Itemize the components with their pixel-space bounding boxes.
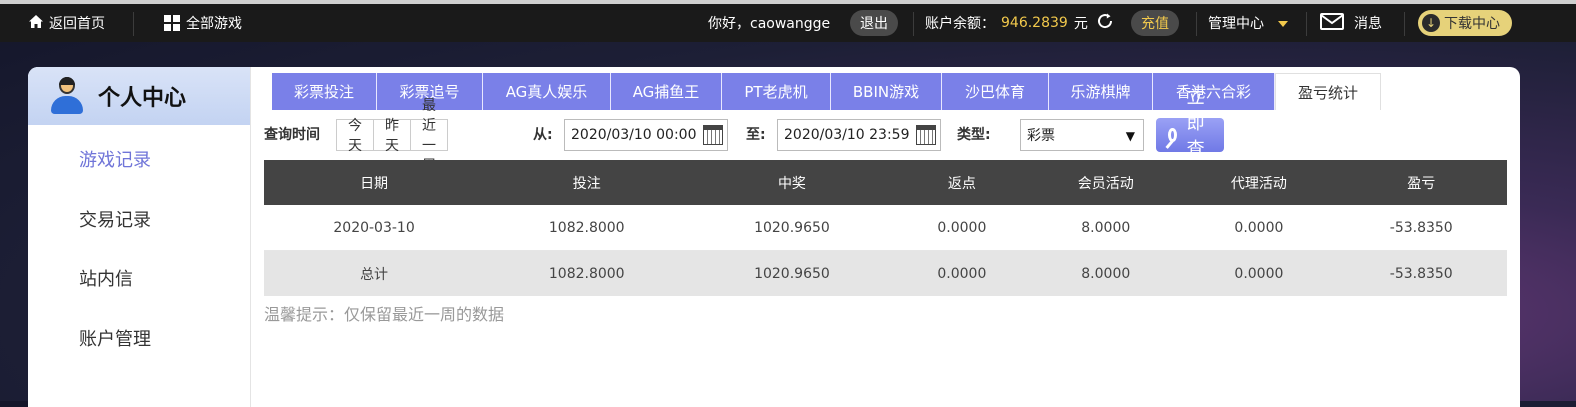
- sidebar-item-game-records[interactable]: 游戏记录: [79, 146, 151, 172]
- table-cell: 2020-03-10: [264, 205, 485, 251]
- download-center-button[interactable]: ↓ 下载中心: [1418, 10, 1512, 36]
- download-icon: ↓: [1422, 14, 1440, 32]
- tab-pt-slots[interactable]: PT老虎机: [722, 73, 831, 110]
- type-select[interactable]: 彩票 ▼: [1020, 119, 1144, 151]
- message-link[interactable]: 消息: [1320, 4, 1382, 42]
- calendar-icon[interactable]: [703, 125, 723, 145]
- column-header: 会员活动: [1029, 160, 1183, 205]
- quick-range-group: 今天 昨天 最近一周: [336, 98, 448, 174]
- type-label: 类型:: [957, 127, 991, 143]
- message-label: 消息: [1354, 16, 1382, 32]
- balance-label: 账户余额：: [925, 16, 995, 32]
- home-link[interactable]: 返回首页: [28, 4, 105, 42]
- divider: [1196, 12, 1197, 36]
- column-header: 代理活动: [1182, 160, 1336, 205]
- home-icon: [28, 14, 44, 33]
- mail-icon: [1320, 12, 1344, 34]
- table-cell: 0.0000: [894, 250, 1030, 296]
- sidebar-item-account[interactable]: 账户管理: [79, 325, 151, 351]
- all-games-link[interactable]: 全部游戏: [164, 4, 242, 42]
- column-header: 中奖: [689, 160, 895, 205]
- tab-ag-live[interactable]: AG真人娱乐: [483, 73, 611, 110]
- to-date-value: 2020/03/10 23:59: [784, 127, 910, 143]
- table-cell: 1082.8000: [484, 250, 690, 296]
- greeting: 你好，caowangge: [708, 16, 831, 32]
- table-cell: 0.0000: [1182, 250, 1336, 296]
- tab-leyou-chess[interactable]: 乐游棋牌: [1049, 73, 1153, 110]
- sidebar: 个人中心 游戏记录 交易记录 站内信 账户管理: [28, 67, 251, 407]
- table-cell: 1082.8000: [484, 205, 690, 251]
- table-cell: 0.0000: [894, 205, 1030, 251]
- logout-button[interactable]: 退出: [850, 10, 898, 36]
- calendar-icon[interactable]: [916, 125, 936, 145]
- divider: [1404, 12, 1405, 36]
- divider: [1306, 12, 1307, 36]
- download-center-label: 下载中心: [1444, 16, 1500, 32]
- table-total-row: 总计 1082.8000 1020.9650 0.0000 8.0000 0.0…: [264, 250, 1507, 296]
- tab-profit-stats[interactable]: 盈亏统计: [1275, 73, 1381, 110]
- query-button[interactable]: 立即查询: [1156, 87, 1224, 186]
- balance-unit: 元: [1073, 16, 1088, 32]
- divider: [133, 12, 134, 36]
- sidebar-title: 个人中心: [98, 86, 187, 111]
- column-header: 投注: [484, 160, 690, 205]
- recharge-button[interactable]: 充值: [1131, 10, 1179, 36]
- main-panel: 个人中心 游戏记录 交易记录 站内信 账户管理 彩票投注 彩票追号 AG真人娱乐…: [28, 67, 1520, 407]
- from-date-field[interactable]: 2020/03/10 00:00: [564, 119, 728, 151]
- column-header: 返点: [894, 160, 1030, 205]
- sidebar-item-transactions[interactable]: 交易记录: [79, 206, 151, 232]
- divider: [913, 12, 914, 36]
- search-icon: [1168, 128, 1177, 142]
- grid-icon: [164, 15, 180, 31]
- profit-table: 日期 投注 中奖 返点 会员活动 代理活动 盈亏 2020-03-10 1082…: [264, 160, 1507, 296]
- table-cell: 1020.9650: [689, 205, 895, 251]
- manage-center-menu[interactable]: 管理中心: [1208, 4, 1288, 42]
- yesterday-button[interactable]: 昨天: [374, 118, 411, 154]
- from-label: 从:: [533, 127, 553, 143]
- all-games-label: 全部游戏: [186, 16, 242, 32]
- balance-value: 946.2839: [1001, 15, 1068, 31]
- column-header: 盈亏: [1335, 160, 1507, 205]
- tab-saba-sports[interactable]: 沙巴体育: [942, 73, 1049, 110]
- table-row: 2020-03-10 1082.8000 1020.9650 0.0000 8.…: [264, 205, 1507, 251]
- table-cell: 总计: [264, 250, 485, 296]
- table-cell: 8.0000: [1029, 205, 1183, 251]
- top-bar: 返回首页 全部游戏 你好，caowangge 退出 账户余额： 946.2839…: [0, 0, 1576, 42]
- table-cell: 8.0000: [1029, 250, 1183, 296]
- tab-bbin[interactable]: BBIN游戏: [831, 73, 942, 110]
- type-select-value: 彩票: [1027, 128, 1055, 144]
- table-cell: -53.8350: [1335, 250, 1507, 296]
- from-date-value: 2020/03/10 00:00: [571, 127, 697, 143]
- to-date-field[interactable]: 2020/03/10 23:59: [777, 119, 941, 151]
- manage-center-label: 管理中心: [1208, 16, 1264, 32]
- today-button[interactable]: 今天: [337, 118, 374, 154]
- last-week-button[interactable]: 最近一周: [411, 98, 447, 174]
- caret-down-icon: [1278, 15, 1288, 31]
- to-label: 至:: [746, 127, 766, 143]
- balance-display: 账户余额： 946.2839 元: [925, 4, 1114, 42]
- sidebar-header: 个人中心: [28, 67, 250, 125]
- query-time-label: 查询时间: [264, 127, 320, 143]
- sidebar-item-messages[interactable]: 站内信: [79, 265, 133, 291]
- table-cell: 1020.9650: [689, 250, 895, 296]
- column-header: 日期: [264, 160, 485, 205]
- hint-text: 温馨提示：仅保留最近一周的数据: [264, 305, 505, 324]
- home-label: 返回首页: [49, 16, 105, 32]
- table-header-row: 日期 投注 中奖 返点 会员活动 代理活动 盈亏: [264, 160, 1507, 205]
- table-cell: 0.0000: [1182, 205, 1336, 251]
- dropdown-arrow-icon: ▼: [1125, 129, 1135, 143]
- tab-lottery-bet[interactable]: 彩票投注: [272, 73, 377, 110]
- table-cell: -53.8350: [1335, 205, 1507, 251]
- game-tabs: 彩票投注 彩票追号 AG真人娱乐 AG捕鱼王 PT老虎机 BBIN游戏 沙巴体育…: [272, 73, 1381, 110]
- user-avatar-icon: [50, 77, 84, 115]
- tab-ag-fishing[interactable]: AG捕鱼王: [611, 73, 722, 110]
- refresh-icon[interactable]: [1096, 12, 1114, 34]
- tab-hk-marksix[interactable]: 香港六合彩: [1153, 73, 1275, 110]
